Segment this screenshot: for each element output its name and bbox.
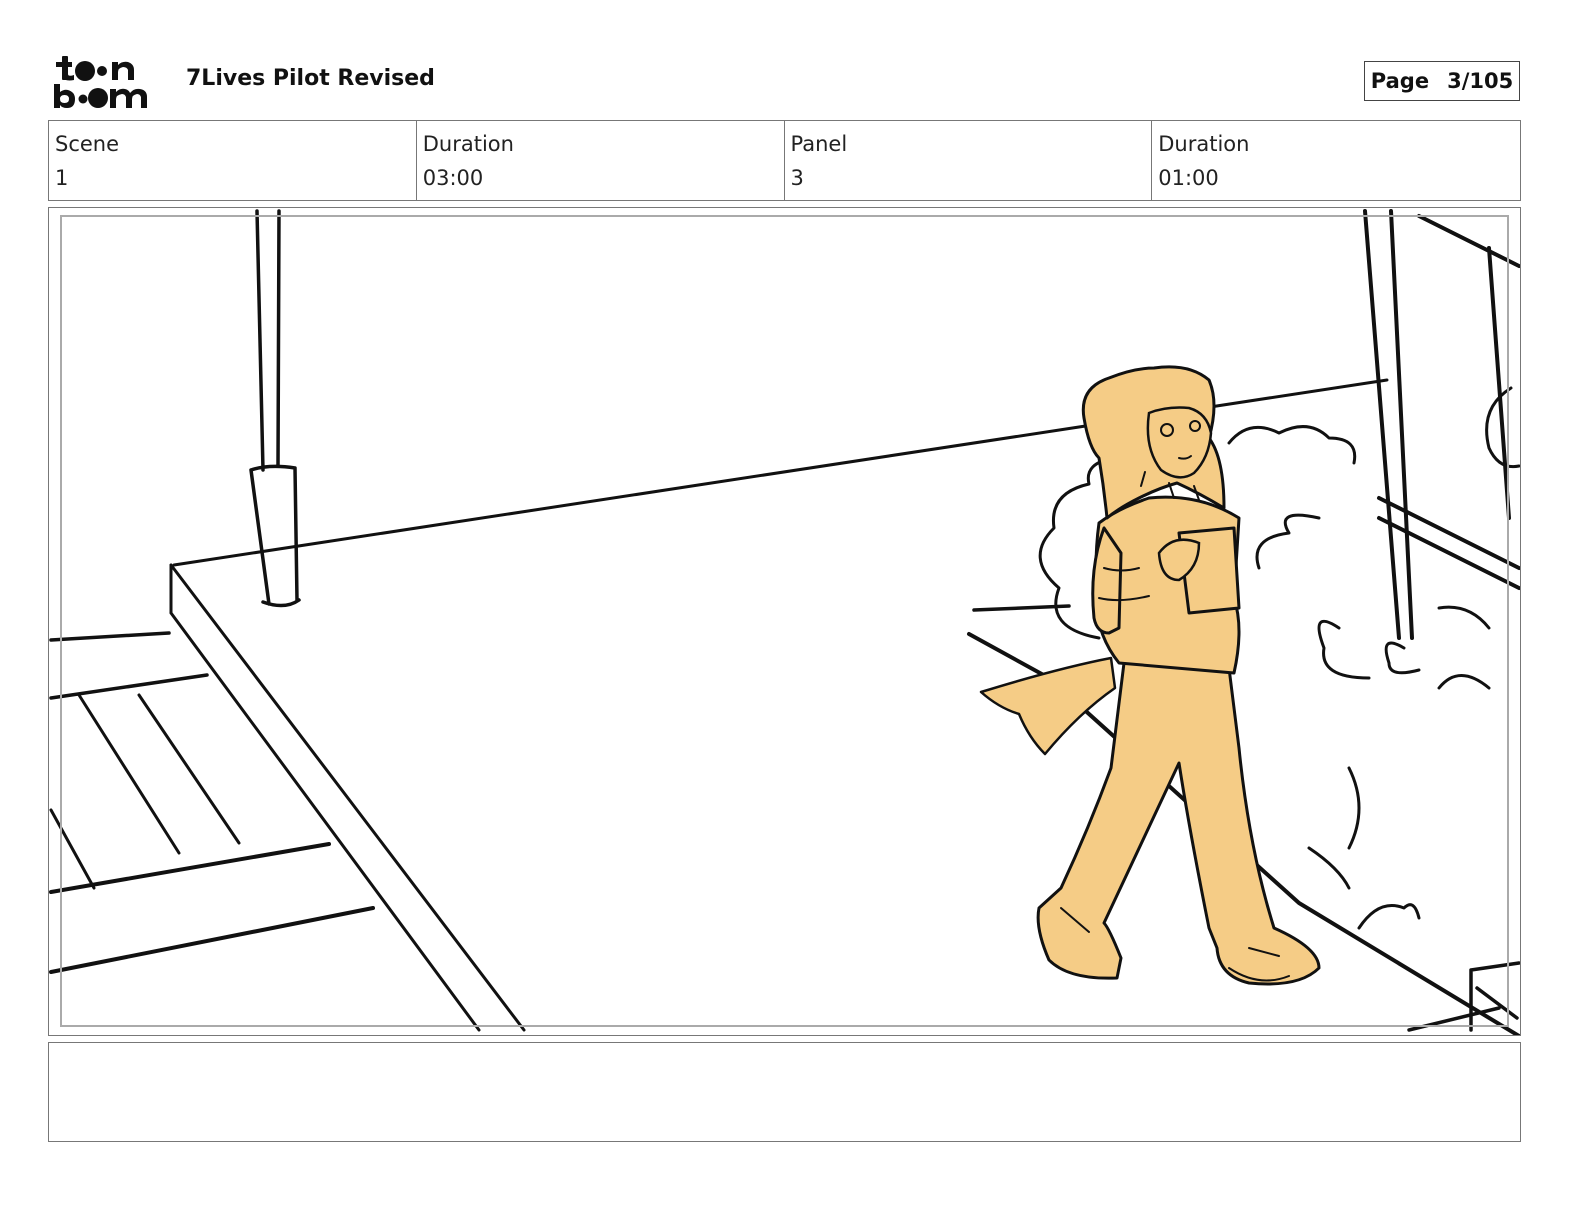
- document-title: 7Lives Pilot Revised: [186, 66, 435, 91]
- character-scarf: [979, 656, 1117, 756]
- page-indicator: Page 3/105: [1364, 61, 1520, 101]
- crosswalk-stripe-1: [77, 693, 181, 855]
- panel-drawing: [49, 209, 1520, 1035]
- panel-label: Panel: [790, 132, 848, 156]
- character-figure: [979, 365, 1321, 986]
- page-label: Page: [1370, 69, 1430, 93]
- right-post: [1363, 209, 1414, 640]
- road-line-2: [49, 673, 209, 700]
- panel-value: 3: [790, 166, 804, 190]
- scene-value: 1: [55, 166, 69, 190]
- panel-duration-cell: Duration 01:00: [1152, 121, 1520, 200]
- scene-duration-cell: Duration 03:00: [417, 121, 785, 200]
- scene-duration-value: 03:00: [422, 166, 484, 190]
- sidewalk-corner: [1407, 961, 1520, 1032]
- crosswalk-stripe-3: [49, 808, 96, 890]
- bushes-right: [1227, 425, 1491, 930]
- panel-notes-area[interactable]: [48, 1042, 1521, 1142]
- road-line-1: [49, 631, 171, 642]
- panel-info-table: Scene 1 Duration 03:00 Panel 3 Duration …: [48, 120, 1521, 201]
- road-line-4: [49, 906, 375, 974]
- panel-duration-label: Duration: [1158, 132, 1250, 156]
- page-number: 3/105: [1447, 69, 1514, 93]
- panel-cell: Panel 3: [785, 121, 1153, 200]
- storyboard-panel: [48, 207, 1521, 1036]
- crosswalk-stripe-2: [137, 693, 241, 845]
- panel-duration-value: 01:00: [1158, 166, 1219, 190]
- toonboom-logo: [54, 56, 147, 108]
- road-line-3: [49, 842, 331, 894]
- scene-duration-label: Duration: [422, 132, 514, 156]
- scene-cell: Scene 1: [49, 121, 417, 200]
- scene-label: Scene: [55, 132, 120, 156]
- curb: [169, 563, 526, 1032]
